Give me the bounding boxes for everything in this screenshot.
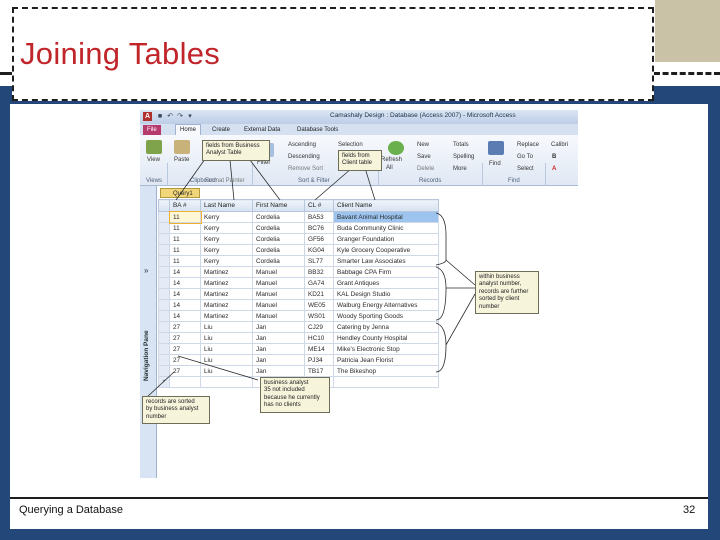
callout-text: has no clients — [264, 402, 301, 409]
dashed-rule-left — [0, 72, 12, 75]
footer-rule — [10, 497, 708, 499]
callout-text: because he currently — [264, 394, 320, 401]
callout-text: within business — [479, 274, 520, 280]
slide-title: Joining Tables — [20, 36, 221, 71]
callout-text: sorted by client — [479, 296, 520, 303]
callout-text: records are further — [479, 288, 529, 295]
callout-text: number — [146, 413, 167, 420]
callout-text: Analyst Table — [206, 150, 242, 157]
access-screenshot: A ■ ↶ ↷ ▾ Camashaly Design : Database (A… — [140, 110, 578, 478]
callout-analyst-fields: fields from Business Analyst Table — [202, 140, 270, 161]
callout-text: records are sorted — [146, 399, 195, 405]
callout-text: number — [479, 303, 500, 310]
callout-text: fields from — [342, 153, 370, 159]
callout-text: by business analyst — [146, 406, 199, 413]
callout-sorted-by-analyst: records are sorted by business analyst n… — [142, 396, 210, 425]
corner-decoration — [655, 0, 720, 62]
callout-arrows — [145, 151, 476, 399]
callout-text: Client table — [342, 160, 373, 167]
callout-text: fields from Business — [206, 143, 260, 149]
callout-text: business analyst — [264, 380, 309, 386]
callout-not-included: business analyst 35 not included because… — [260, 377, 330, 413]
callout-client-fields: fields from Client table — [338, 150, 382, 171]
callout-text: analyst number, — [479, 281, 522, 288]
callout-within-analyst: within business analyst number, records … — [475, 271, 539, 315]
page-number: 32 — [683, 504, 696, 516]
callout-text: 35 not included — [264, 387, 305, 394]
footer-text: Querying a Database — [19, 504, 123, 516]
dashed-rule-right — [654, 72, 720, 75]
